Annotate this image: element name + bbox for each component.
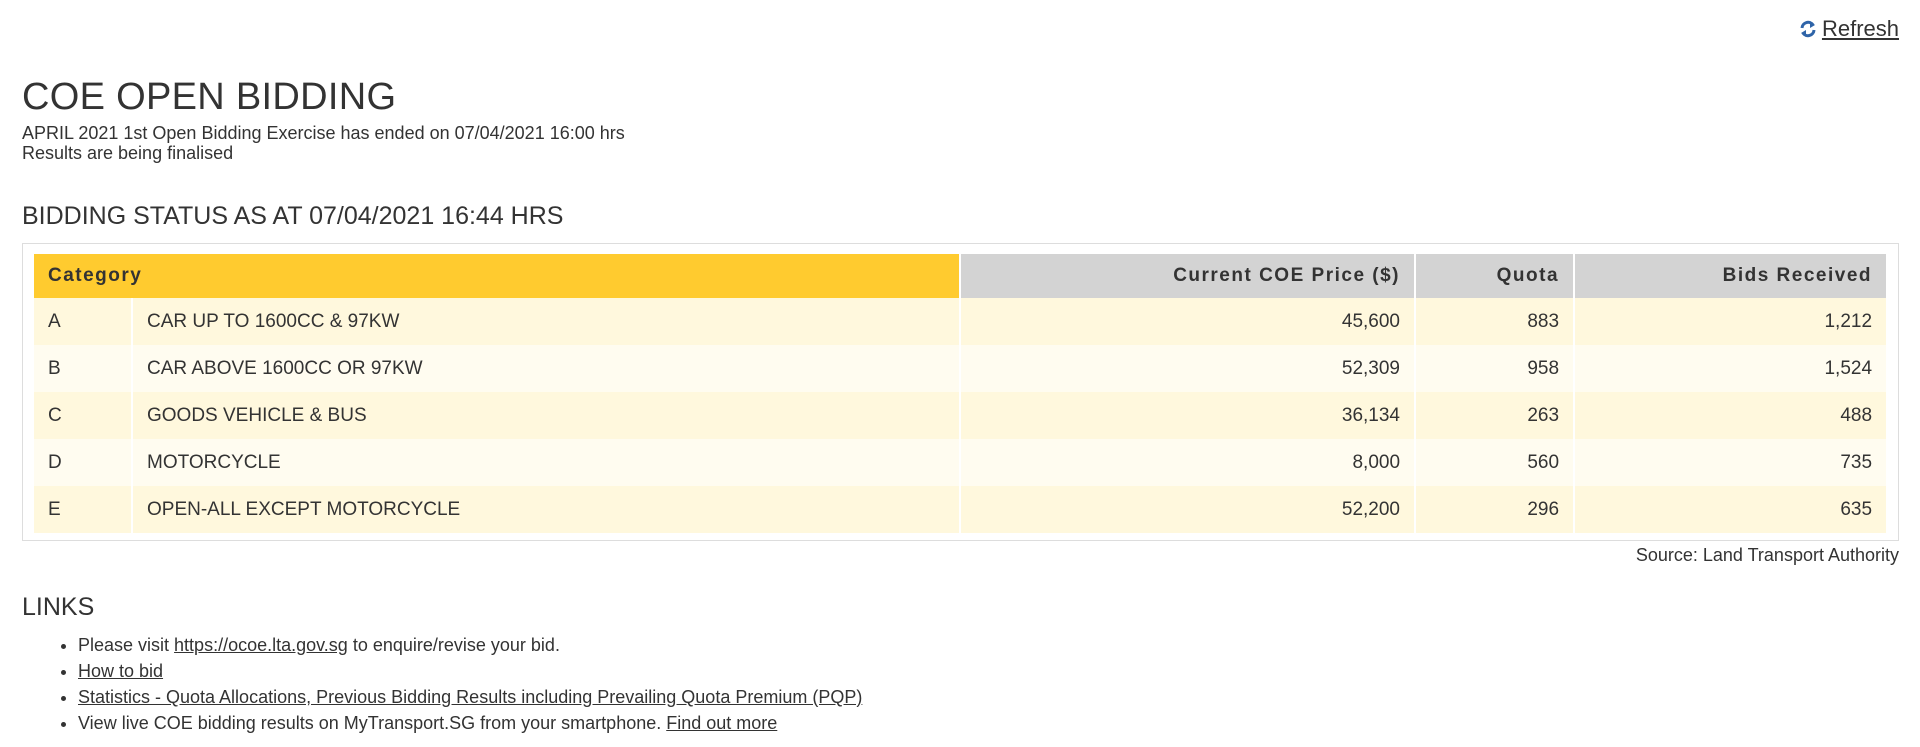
list-item: Statistics - Quota Allocations, Previous… [78, 684, 862, 710]
bids-received: 488 [1574, 392, 1889, 439]
category-name: OPEN-ALL EXCEPT MOTORCYCLE [132, 486, 962, 533]
exercise-results-note: Results are being finalised [22, 143, 234, 163]
quota: 883 [1415, 298, 1576, 345]
how-to-bid-link[interactable]: How to bid [78, 661, 163, 681]
coe-price: 36,134 [960, 392, 1417, 439]
list-item: How to bid [78, 658, 862, 684]
bidding-status-heading: BIDDING STATUS AS AT 07/04/2021 16:44 HR… [22, 202, 564, 230]
column-header-bids: Bids Received [1574, 254, 1889, 298]
category-code: E [34, 486, 133, 533]
category-name: CAR ABOVE 1600CC OR 97KW [132, 345, 962, 392]
coe-price: 45,600 [960, 298, 1417, 345]
link-item-text: View live COE bidding results on MyTrans… [78, 713, 667, 733]
link-item-text: to enquire/revise your bid. [347, 635, 560, 655]
links-heading: LINKS [22, 593, 95, 621]
quota: 958 [1415, 345, 1576, 392]
bids-received: 1,212 [1574, 298, 1889, 345]
data-source-note: Source: Land Transport Authority [1635, 545, 1899, 565]
quota: 296 [1415, 486, 1576, 533]
bids-received: 635 [1574, 486, 1889, 533]
find-out-more-link[interactable]: Find out more [666, 713, 777, 733]
bids-received: 1,524 [1574, 345, 1889, 392]
list-item: Please visit https://ocoe.lta.gov.sg to … [78, 632, 862, 658]
category-name: MOTORCYCLE [132, 439, 962, 486]
refresh-button[interactable]: Refresh [1798, 16, 1899, 42]
bids-received: 735 [1574, 439, 1889, 486]
table-row: B CAR ABOVE 1600CC OR 97KW 52,309 958 1,… [34, 345, 1889, 392]
refresh-label[interactable]: Refresh [1822, 16, 1899, 42]
bidding-table-frame: Category Current COE Price ($) Quota Bid… [22, 243, 1899, 541]
exercise-status-line: APRIL 2021 1st Open Bidding Exercise has… [22, 123, 625, 143]
exercise-status: APRIL 2021 1st Open Bidding Exercise has… [22, 123, 625, 163]
column-header-category: Category [34, 254, 962, 298]
links-list: Please visit https://ocoe.lta.gov.sg to … [22, 632, 862, 736]
list-item: View live COE bidding results on MyTrans… [78, 710, 862, 736]
bidding-status-table: Category Current COE Price ($) Quota Bid… [34, 254, 1889, 533]
ocoe-link[interactable]: https://ocoe.lta.gov.sg [174, 635, 348, 655]
table-row: C GOODS VEHICLE & BUS 36,134 263 488 [34, 392, 1889, 439]
category-code: D [34, 439, 133, 486]
column-header-price: Current COE Price ($) [960, 254, 1417, 298]
category-code: C [34, 392, 133, 439]
category-name: GOODS VEHICLE & BUS [132, 392, 962, 439]
table-row: A CAR UP TO 1600CC & 97KW 45,600 883 1,2… [34, 298, 1889, 345]
statistics-link[interactable]: Statistics - Quota Allocations, Previous… [78, 687, 862, 707]
refresh-icon [1798, 19, 1818, 39]
column-header-quota: Quota [1415, 254, 1576, 298]
table-row: D MOTORCYCLE 8,000 560 735 [34, 439, 1889, 486]
table-row: E OPEN-ALL EXCEPT MOTORCYCLE 52,200 296 … [34, 486, 1889, 533]
coe-price: 52,309 [960, 345, 1417, 392]
category-code: A [34, 298, 133, 345]
category-code: B [34, 345, 133, 392]
coe-price: 8,000 [960, 439, 1417, 486]
page-title: COE OPEN BIDDING [22, 76, 397, 118]
quota: 263 [1415, 392, 1576, 439]
category-name: CAR UP TO 1600CC & 97KW [132, 298, 962, 345]
quota: 560 [1415, 439, 1576, 486]
table-header-row: Category Current COE Price ($) Quota Bid… [34, 254, 1889, 298]
link-item-text: Please visit [78, 635, 175, 655]
coe-price: 52,200 [960, 486, 1417, 533]
